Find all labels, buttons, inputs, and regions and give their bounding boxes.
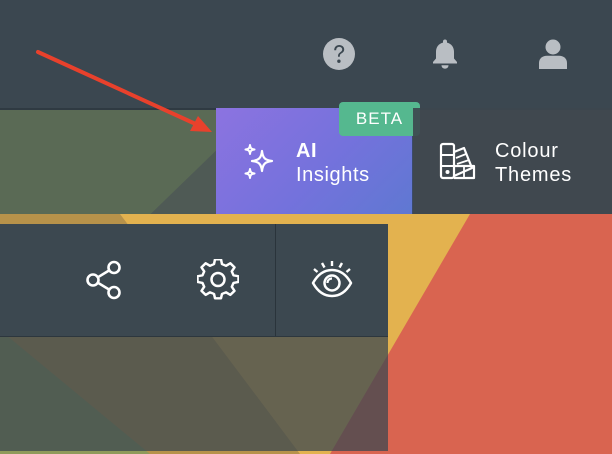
ai-insights-label-line2: Insights — [296, 164, 370, 186]
colour-themes-label-line2: Themes — [495, 164, 573, 186]
toolbar — [0, 224, 388, 336]
lower-panel — [0, 336, 388, 451]
share-icon — [86, 260, 121, 300]
bell-icon[interactable] — [427, 36, 463, 72]
palette-swatch-icon — [439, 142, 476, 180]
colour-themes-button[interactable]: Colour Themes — [413, 108, 612, 214]
ai-insights-label-line1: AI — [296, 140, 317, 162]
top-bar — [0, 0, 612, 110]
gear-icon — [197, 259, 239, 300]
colour-themes-label-line1: Colour — [495, 140, 559, 162]
toolbar-divider — [275, 224, 276, 336]
user-icon[interactable] — [535, 36, 571, 72]
help-icon[interactable] — [321, 36, 357, 72]
eye-icon — [311, 261, 353, 298]
settings-button[interactable] — [178, 224, 258, 336]
preview-button[interactable] — [292, 224, 372, 336]
share-button[interactable] — [64, 224, 144, 336]
sparkles-icon — [244, 144, 274, 179]
beta-badge: BETA — [339, 102, 420, 136]
